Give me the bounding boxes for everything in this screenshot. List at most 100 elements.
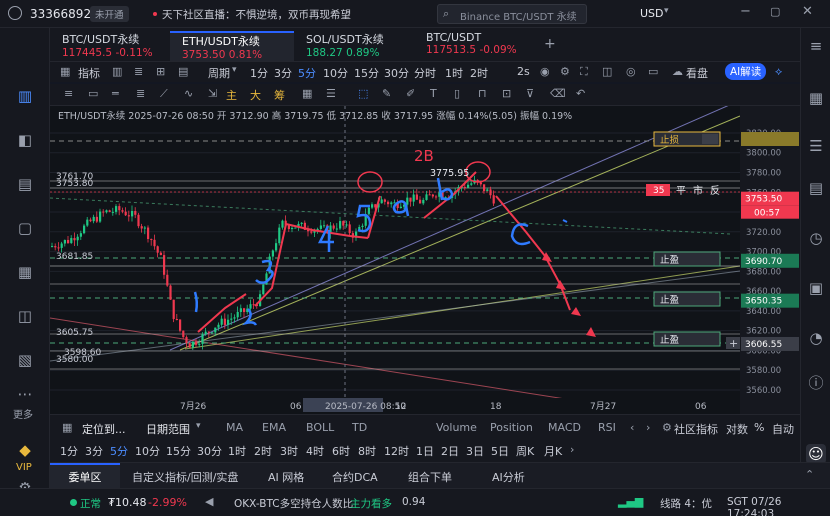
list-icon[interactable]: ☰: [806, 136, 826, 156]
fib-tool-icon[interactable]: ≣: [136, 87, 145, 100]
auto-scale-toggle[interactable]: 自动: [772, 421, 794, 437]
period-10m[interactable]: 10分: [135, 443, 160, 459]
user-id[interactable]: 33366892: [30, 7, 91, 21]
interval-15m[interactable]: 15分: [354, 65, 379, 81]
news-icon[interactable]: ▧: [15, 350, 35, 370]
camera-icon[interactable]: ◉: [540, 65, 550, 78]
market-icon[interactable]: ◧: [15, 130, 35, 150]
chevron-down-icon[interactable]: ▾: [232, 65, 237, 75]
main-chart-button[interactable]: 主: [226, 87, 237, 103]
support-icon[interactable]: ☺: [806, 444, 826, 464]
layer-icon[interactable]: ◫: [602, 65, 612, 78]
interval-3m[interactable]: 3分: [274, 65, 292, 81]
more-label[interactable]: 更多: [13, 406, 33, 421]
line-status[interactable]: 线路 4：优: [660, 496, 712, 511]
expand-icon[interactable]: ▭: [648, 65, 658, 78]
grid-icon[interactable]: ▦: [806, 88, 826, 108]
period-12h[interactable]: 12时: [384, 443, 409, 459]
user-icon[interactable]: [8, 6, 22, 20]
add-tab-icon[interactable]: +: [544, 36, 556, 52]
filter-tool-icon[interactable]: ⊽: [526, 87, 534, 100]
ai-interpret-button[interactable]: AI解读: [725, 63, 767, 80]
heatmap-icon[interactable]: ▦: [302, 87, 312, 100]
trend-tool-icon[interactable]: ⟋: [160, 87, 168, 101]
chart-canvas[interactable]: ETH/USDT永续 2025-07-26 08:50 开 3712.90 高 …: [50, 106, 800, 414]
interval-30m[interactable]: 30分: [384, 65, 409, 81]
indicator-td[interactable]: TD: [352, 421, 367, 434]
period-1m[interactable]: 1分: [60, 443, 78, 459]
chevron-down-icon[interactable]: ▾: [196, 421, 201, 431]
list-tool-icon[interactable]: ☰: [326, 87, 336, 100]
search-input[interactable]: Binance BTC/USDT 永续: [460, 8, 577, 23]
settings-icon[interactable]: ⚙: [560, 65, 570, 78]
measure-tool-icon[interactable]: ⇲: [208, 87, 217, 100]
refresh-speed[interactable]: 2s: [517, 65, 530, 78]
pen-tool-icon[interactable]: ✎: [382, 87, 391, 100]
tab-custom-indicator[interactable]: 自定义指标/回测/实盘: [132, 469, 238, 485]
interval-1m[interactable]: 1分: [250, 65, 268, 81]
info-icon[interactable]: ⓘ: [806, 373, 826, 393]
interval-10m[interactable]: 10分: [323, 65, 348, 81]
vip-label[interactable]: VIP: [16, 462, 32, 473]
text-tool-icon[interactable]: T: [430, 87, 437, 100]
view-mode-select[interactable]: 看盘: [686, 65, 708, 81]
magnet-tool-icon[interactable]: ⊓: [478, 87, 487, 100]
template-icon[interactable]: ▤: [178, 65, 188, 78]
indicator-rsi[interactable]: RSI: [598, 421, 616, 434]
percent-scale-toggle[interactable]: %: [754, 421, 764, 434]
account-badge[interactable]: 未开通: [90, 6, 129, 22]
chevron-right-icon[interactable]: ›: [646, 421, 650, 434]
channel-tool-icon[interactable]: ═: [112, 87, 119, 100]
chevron-left-icon[interactable]: ‹: [630, 421, 634, 434]
brush-tool-icon[interactable]: ✐: [406, 87, 415, 100]
period-month[interactable]: 月K: [544, 443, 562, 459]
currency-select[interactable]: USD: [640, 7, 664, 20]
tab-eth-usdt-perp[interactable]: ETH/USDT永续 3753.50 0.81%: [170, 31, 294, 61]
layout-icon[interactable]: ▦: [60, 65, 70, 78]
more-icon[interactable]: ⋯: [15, 384, 35, 404]
balance[interactable]: ₮10.48: [108, 496, 147, 509]
period-1h[interactable]: 1时: [228, 443, 246, 459]
chips-button[interactable]: 筹: [274, 87, 285, 103]
ticker-text[interactable]: OKX-BTC多空持仓人数比: [234, 496, 353, 511]
indicator-position[interactable]: Position: [490, 421, 533, 434]
menu-icon[interactable]: ≡: [806, 36, 826, 56]
share-icon[interactable]: ⟡: [775, 65, 782, 79]
goto-date-button[interactable]: 定位到...: [82, 421, 126, 437]
line-tool-icon[interactable]: ≡: [64, 87, 73, 100]
community-indicator-button[interactable]: 社区指标: [674, 421, 718, 437]
rect-tool-icon[interactable]: ▭: [88, 87, 98, 100]
tab-ai-analysis[interactable]: AI分析: [492, 469, 525, 485]
compare-icon[interactable]: ⊞: [156, 65, 165, 78]
interval-timeline[interactable]: 分时: [414, 65, 436, 81]
period-30m[interactable]: 30分: [197, 443, 222, 459]
calculator-icon[interactable]: ▣: [806, 278, 826, 298]
news-ticker[interactable]: 天下社区直播：不惧逆境，双币再现希望: [162, 7, 351, 22]
period-2h[interactable]: 2时: [254, 443, 272, 459]
indicator-volume[interactable]: Volume: [436, 421, 477, 434]
tab-btc-usdt-spot[interactable]: BTC/USDT 117513.5 -0.09%: [414, 31, 534, 61]
indicator-ma[interactable]: MA: [226, 421, 243, 434]
tab-sol-usdt-perp[interactable]: SOL/USDT永续 188.27 0.89%: [294, 31, 414, 61]
bars-icon[interactable]: ≣: [134, 65, 143, 78]
period-3h[interactable]: 3时: [280, 443, 298, 459]
tab-order-area[interactable]: 委单区: [50, 463, 120, 489]
tab-btc-usdt-perp[interactable]: BTC/USDT永续 117445.5 -0.11%: [50, 31, 170, 61]
ruler-tool-icon[interactable]: ▯: [454, 87, 460, 100]
log-scale-toggle[interactable]: 对数: [726, 421, 748, 437]
period-button[interactable]: 周期: [208, 65, 230, 81]
period-week[interactable]: 周K: [516, 443, 534, 459]
chevron-right-icon[interactable]: ›: [570, 443, 574, 456]
indicator-button[interactable]: 指标: [78, 65, 100, 81]
trade-icon[interactable]: ▤: [15, 174, 35, 194]
tab-ai-grid[interactable]: AI 网格: [268, 469, 304, 485]
close-icon[interactable]: ✕: [802, 4, 813, 19]
period-4h[interactable]: 4时: [306, 443, 324, 459]
minimize-icon[interactable]: −: [740, 4, 751, 19]
price-chart[interactable]: ETH/USDT永续 2025-07-26 08:50 开 3712.90 高 …: [50, 106, 800, 414]
vip-icon[interactable]: ◆: [15, 440, 35, 460]
chat-icon[interactable]: ▢: [15, 218, 35, 238]
fullscreen-icon[interactable]: ⛶: [580, 65, 588, 79]
period-6h[interactable]: 6时: [332, 443, 350, 459]
search-box[interactable]: ⌕ Binance BTC/USDT 永续: [437, 4, 587, 24]
